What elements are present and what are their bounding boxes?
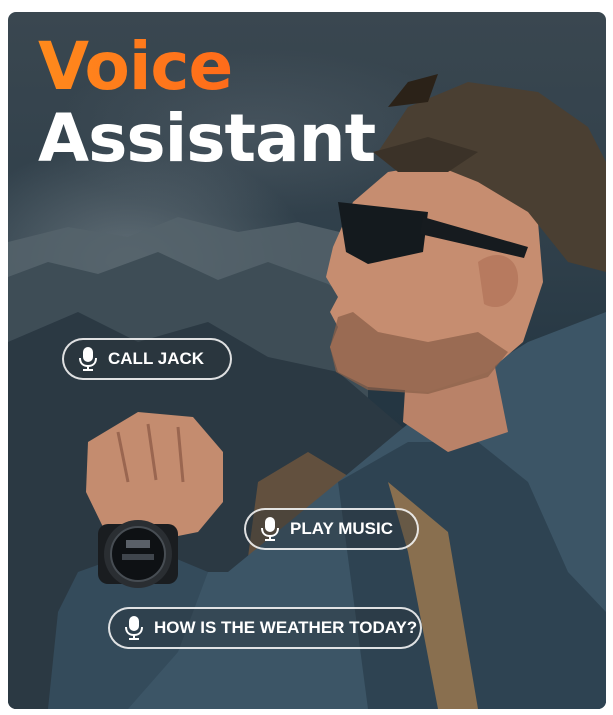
command-label: HOW IS THE WEATHER TODAY? (154, 618, 418, 637)
headline: Voice Assistant (38, 34, 376, 177)
microphone-icon (125, 616, 143, 640)
command-label: PLAY MUSIC (290, 519, 393, 538)
microphone-icon (261, 517, 279, 541)
hero-banner: Voice Assistant CALL JACK PLAY MUSIC HOW… (8, 12, 606, 709)
voice-command-weather: HOW IS THE WEATHER TODAY? (108, 607, 422, 649)
voice-command-play-music: PLAY MUSIC (244, 508, 419, 550)
microphone-icon (79, 347, 97, 371)
headline-assistant: Assistant (38, 100, 376, 177)
smartwatch (98, 520, 178, 588)
voice-command-call-jack: CALL JACK (62, 338, 232, 380)
command-label: CALL JACK (108, 349, 205, 368)
headline-voice: Voice (38, 34, 375, 100)
